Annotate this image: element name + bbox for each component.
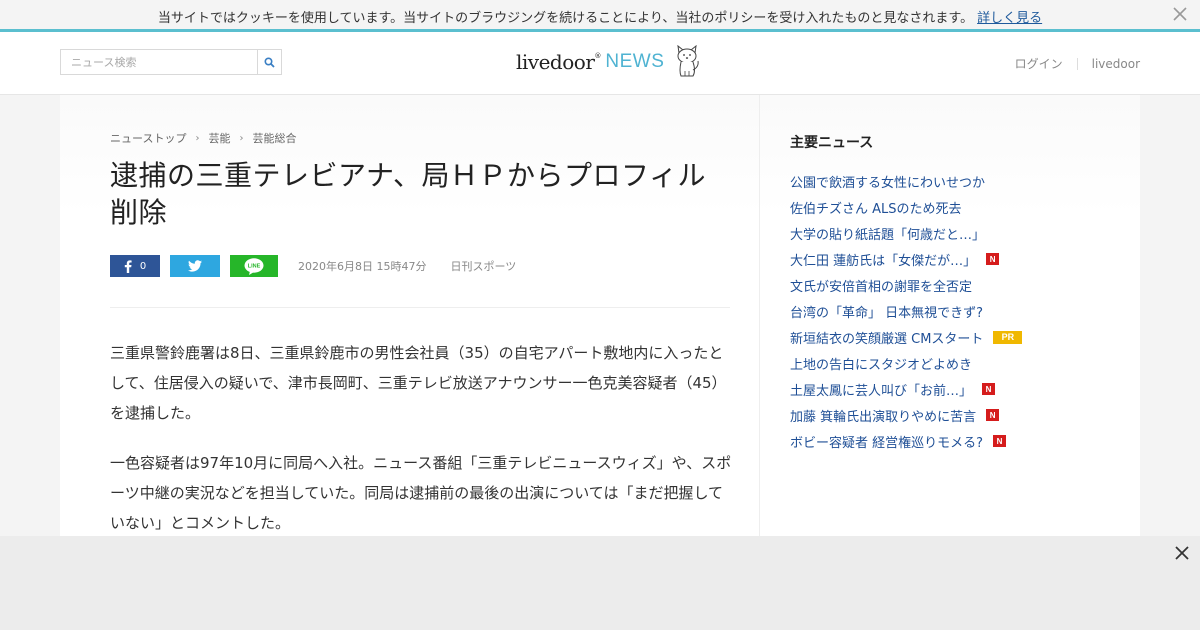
sidebar-top-news: 主要ニュース 公園で飲酒する女性にわいせつか 佐伯チズさん ALSのため死去大学の… [790,132,1090,454]
new-badge: N [993,435,1007,447]
news-link[interactable]: 大学の貼り紙話題「何歳だと…」 [790,224,985,243]
news-link[interactable]: 上地の告白にスタジオどよめき [790,354,972,373]
header-links: ログイン livedoor [1015,55,1140,72]
search-button[interactable] [257,50,281,74]
site-header: livedoor® NEWS ログイン livedoor [0,32,1200,95]
line-icon-label: LINE [248,263,261,269]
article-paragraph: 一色容疑者は97年10月に同局へ入社。ニュース番組「三重テレビニュースウィズ」や… [110,454,732,532]
livedoor-link[interactable]: livedoor [1092,57,1140,71]
news-link[interactable]: 文氏が安倍首相の謝罪を全否定 [790,276,972,295]
login-link[interactable]: ログイン [1015,55,1063,72]
list-item[interactable]: 文氏が安倍首相の謝罪を全否定 [790,272,1090,298]
news-link[interactable]: 土屋太鳳に芸人叫び「お前…」 [790,380,972,399]
line-share-button[interactable]: LINE [230,255,278,277]
main-content: ニューストップ › 芸能 › 芸能総合 逮捕の三重テレビアナ、局ＨＰからプロフィ… [60,95,1140,536]
news-link[interactable]: 新垣結衣の笑顔厳選 CMスタート [790,328,983,347]
twitter-icon [188,260,202,272]
cookie-details-link[interactable]: 詳しく見る [977,11,1042,26]
share-row: 0 LINE 2020年6月8日 15時47分 日刊スポーツ [110,255,516,277]
top-news-list: 公園で飲酒する女性にわいせつか 佐伯チズさん ALSのため死去大学の貼り紙話題「何… [790,168,1090,454]
list-item[interactable]: 公園で飲酒する女性にわいせつか [790,168,1090,194]
logo-registered-mark: ® [594,52,602,60]
list-item[interactable]: 土屋太鳳に芸人叫び「お前…」 N [790,376,1090,402]
facebook-share-button[interactable]: 0 [110,255,160,277]
search-icon [264,56,275,68]
breadcrumb-entertainment-general[interactable]: 芸能総合 [252,130,296,146]
list-item[interactable]: 加藤 箕輪氏出演取りやめに苦言 N [790,402,1090,428]
new-badge: N [982,383,996,395]
facebook-share-count: 0 [139,260,147,272]
article-paragraph: 三重県警鈴鹿署は8日、三重県鈴鹿市の男性会社員（35）の自宅アパート敷地内に入っ… [110,344,727,422]
sidebar-title: 主要ニュース [790,135,874,151]
list-item[interactable]: ボビー容疑者 経営権巡りモメる? N [790,428,1090,454]
line-icon: LINE [244,257,264,275]
article-source[interactable]: 日刊スポーツ [450,258,516,274]
twitter-share-button[interactable] [170,255,220,277]
search-box [60,49,282,75]
article-date: 2020年6月8日 15時47分 [298,260,427,273]
new-badge: N [986,409,1000,421]
close-icon[interactable] [1174,545,1190,561]
news-link[interactable]: 加藤 箕輪氏出演取りやめに苦言 [790,406,976,425]
list-item[interactable]: 大仁田 蓮舫氏は「女傑だが…」 N [790,246,1090,272]
facebook-icon [124,259,132,273]
dog-mascot-icon [677,45,700,77]
logo-livedoor: livedoor [516,50,595,74]
news-link[interactable]: 大仁田 蓮舫氏は「女傑だが…」 [790,250,976,269]
list-item[interactable]: 新垣結衣の笑顔厳選 CMスタート PR [790,324,1090,350]
article-body: 三重県警鈴鹿署は8日、三重県鈴鹿市の男性会社員（35）の自宅アパート敷地内に入っ… [110,338,732,558]
list-item[interactable]: 上地の告白にスタジオどよめき [790,350,1090,376]
site-logo[interactable]: livedoor ® NEWS [516,44,700,80]
cookie-message-row: 当サイトではクッキーを使用しています。当サイトのブラウジングを続けることにより、… [0,7,1200,26]
chevron-right-icon: › [239,132,244,144]
chevron-right-icon: › [195,132,200,144]
breadcrumb-entertainment[interactable]: 芸能 [208,130,230,146]
cookie-message: 当サイトではクッキーを使用しています。当サイトのブラウジングを続けることにより、… [157,11,974,26]
header-divider [1076,57,1078,70]
close-icon[interactable] [1172,6,1188,22]
logo-news: NEWS [605,51,665,72]
breadcrumb-news-top[interactable]: ニューストップ [110,130,186,146]
news-link[interactable]: 佐伯チズさん ALSのため死去 [790,198,962,217]
search-input[interactable] [61,50,257,74]
breadcrumb: ニューストップ › 芸能 › 芸能総合 [110,130,296,146]
list-item[interactable]: 大学の貼り紙話題「何歳だと…」 [790,220,1090,246]
bottom-ad-area [0,536,1200,630]
news-link[interactable]: 台湾の「革命」 日本無視できず? [790,302,983,321]
article-title: 逮捕の三重テレビアナ、局ＨＰからプロフィル削除 [110,159,706,229]
list-item[interactable]: 台湾の「革命」 日本無視できず? [790,298,1090,324]
article: ニューストップ › 芸能 › 芸能総合 逮捕の三重テレビアナ、局ＨＰからプロフィ… [60,95,760,536]
news-link[interactable]: ボビー容疑者 経営権巡りモメる? [790,432,983,451]
article-divider [110,307,730,308]
news-link[interactable]: 公園で飲酒する女性にわいせつか [790,172,985,191]
pr-badge: PR [993,330,1023,344]
list-item[interactable]: 佐伯チズさん ALSのため死去 [790,194,1090,220]
new-badge: N [986,253,1000,265]
cookie-banner: 当サイトではクッキーを使用しています。当サイトのブラウジングを続けることにより、… [0,0,1200,32]
